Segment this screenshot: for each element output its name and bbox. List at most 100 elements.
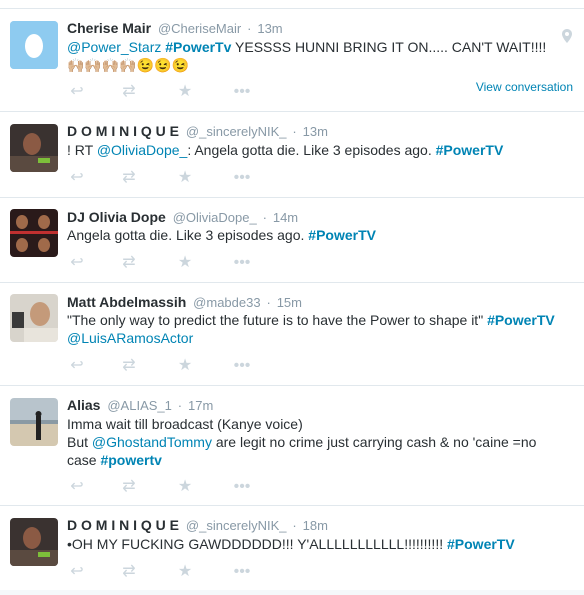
- emoji-line: 🙌🏼🙌🏼🙌🏼🙌🏼😉😉😉: [67, 57, 190, 73]
- tweet-text: "The only way to predict the future is t…: [67, 311, 572, 347]
- timestamp[interactable]: 18m: [303, 518, 328, 533]
- timestamp[interactable]: 15m: [277, 295, 302, 310]
- tweet-header: Cherise Mair @CheriseMair · 13m: [67, 19, 283, 38]
- mention-link[interactable]: @Power_Starz: [67, 39, 161, 55]
- tweet-header: D O M I N I Q U E @_sincerelyNIK_ · 13m: [67, 122, 328, 141]
- mention-link[interactable]: @LuisARamosActor: [67, 330, 193, 346]
- username[interactable]: @_sincerelyNIK_: [186, 124, 287, 139]
- retweet-icon[interactable]: ⇄: [119, 253, 139, 273]
- favorite-icon[interactable]: ★: [175, 562, 195, 582]
- tweet[interactable]: Matt Abdelmassih @mabde33 · 15m "The onl…: [0, 283, 584, 386]
- timestamp[interactable]: 13m: [257, 21, 282, 36]
- tweet-text-prefix: ! RT: [67, 142, 97, 158]
- timestamp[interactable]: 17m: [188, 398, 213, 413]
- retweet-icon[interactable]: ⇄: [119, 356, 139, 376]
- tweet-header: D O M I N I Q U E @_sincerelyNIK_ · 18m: [67, 516, 328, 535]
- reply-icon[interactable]: ↩: [67, 477, 87, 497]
- favorite-icon[interactable]: ★: [175, 356, 195, 376]
- fullname[interactable]: Alias: [67, 397, 100, 413]
- mention-link[interactable]: @GhostandTommy: [92, 434, 212, 450]
- tweet-text: •OH MY FUCKING GAWDDDDDD!!! Y'ALLLLLLLLL…: [67, 535, 572, 553]
- hashtag-link[interactable]: #PowerTV: [436, 142, 504, 158]
- favorite-icon[interactable]: ★: [175, 168, 195, 188]
- mention-link[interactable]: @OliviaDope_: [97, 142, 187, 158]
- avatar[interactable]: [10, 209, 58, 257]
- tweet[interactable]: D O M I N I Q U E @_sincerelyNIK_ · 13m …: [0, 112, 584, 198]
- hashtag-link[interactable]: #PowerTv: [165, 39, 231, 55]
- reply-icon[interactable]: ↩: [67, 168, 87, 188]
- hashtag-link[interactable]: #PowerTV: [308, 227, 376, 243]
- retweet-icon[interactable]: ⇄: [119, 562, 139, 582]
- username[interactable]: @OliviaDope_: [173, 210, 257, 225]
- tweet-text: Imma wait till broadcast (Kanye voice) B…: [67, 415, 557, 469]
- tweet-text-body: : Angela gotta die. Like 3 episodes ago.: [187, 142, 436, 158]
- separator: ·: [247, 21, 252, 36]
- tweet-text-body: •OH MY FUCKING GAWDDDDDD!!! Y'ALLLLLLLLL…: [67, 536, 447, 552]
- user-photo-icon: [10, 294, 58, 342]
- user-photo-icon: [10, 518, 58, 566]
- username[interactable]: @CheriseMair: [158, 21, 241, 36]
- tweet-header: Alias @ALIAS_1 · 17m: [67, 396, 213, 415]
- hashtag-link[interactable]: #powertv: [100, 452, 161, 468]
- avatar[interactable]: [10, 124, 58, 172]
- user-photo-icon: [10, 398, 58, 446]
- tweet-text-body: YESSSS HUNNI BRING IT ON..... CAN'T WAIT…: [231, 39, 547, 55]
- avatar[interactable]: [10, 21, 58, 69]
- tweet-header: DJ Olivia Dope @OliviaDope_ · 14m: [67, 208, 298, 227]
- retweet-icon[interactable]: ⇄: [119, 82, 139, 102]
- fullname[interactable]: D O M I N I Q U E: [67, 123, 179, 139]
- avatar[interactable]: [10, 398, 58, 446]
- hashtag-link[interactable]: #PowerTV: [447, 536, 515, 552]
- view-conversation-link[interactable]: View conversation: [476, 79, 573, 95]
- tweet-text-body: Angela gotta die. Like 3 episodes ago.: [67, 227, 309, 243]
- separator: ·: [292, 124, 297, 139]
- tweet-text-body: "The only way to predict the future is t…: [67, 312, 488, 328]
- tweet-header: Matt Abdelmassih @mabde33 · 15m: [67, 293, 302, 312]
- egg-avatar-icon: [10, 21, 58, 69]
- separator: ·: [262, 210, 267, 225]
- separator: ·: [177, 398, 183, 413]
- retweet-icon[interactable]: ⇄: [119, 477, 139, 497]
- tweet-text-line1: Imma wait till broadcast (Kanye voice): [67, 416, 303, 432]
- timeline-bottom-border: [0, 590, 584, 595]
- reply-icon[interactable]: ↩: [67, 562, 87, 582]
- tweet[interactable]: D O M I N I Q U E @_sincerelyNIK_ · 18m …: [0, 506, 584, 590]
- more-icon[interactable]: •••: [232, 168, 252, 188]
- fullname[interactable]: Matt Abdelmassih: [67, 294, 186, 310]
- favorite-icon[interactable]: ★: [175, 82, 195, 102]
- separator: ·: [292, 518, 297, 533]
- reply-icon[interactable]: ↩: [67, 356, 87, 376]
- timestamp[interactable]: 14m: [273, 210, 298, 225]
- fullname[interactable]: Cherise Mair: [67, 20, 151, 36]
- fullname[interactable]: D O M I N I Q U E: [67, 517, 179, 533]
- username[interactable]: @mabde33: [193, 295, 260, 310]
- user-photo-icon: [10, 124, 58, 172]
- separator: ·: [266, 295, 271, 310]
- hashtag-link[interactable]: #PowerTV: [487, 312, 555, 328]
- favorite-icon[interactable]: ★: [175, 253, 195, 273]
- more-icon[interactable]: •••: [232, 356, 252, 376]
- fullname[interactable]: DJ Olivia Dope: [67, 209, 166, 225]
- more-icon[interactable]: •••: [232, 82, 252, 102]
- tweet-text: Angela gotta die. Like 3 episodes ago. #…: [67, 226, 572, 244]
- more-icon[interactable]: •••: [232, 477, 252, 497]
- tweet-text: @Power_Starz #PowerTv YESSSS HUNNI BRING…: [67, 38, 572, 74]
- tweet[interactable]: DJ Olivia Dope @OliviaDope_ · 14m Angela…: [0, 198, 584, 283]
- favorite-icon[interactable]: ★: [175, 477, 195, 497]
- avatar[interactable]: [10, 294, 58, 342]
- more-icon[interactable]: •••: [232, 562, 252, 582]
- username[interactable]: @_sincerelyNIK_: [186, 518, 287, 533]
- tweet[interactable]: Alias @ALIAS_1 · 17m Imma wait till broa…: [0, 386, 584, 506]
- tweet[interactable]: Cherise Mair @CheriseMair · 13m @Power_S…: [0, 9, 584, 112]
- more-icon[interactable]: •••: [232, 253, 252, 273]
- tweet-text-prefix: But: [67, 434, 92, 450]
- reply-icon[interactable]: ↩: [67, 253, 87, 273]
- tweet-text: ! RT @OliviaDope_: Angela gotta die. Lik…: [67, 141, 572, 159]
- retweet-icon[interactable]: ⇄: [119, 168, 139, 188]
- timestamp[interactable]: 13m: [303, 124, 328, 139]
- username[interactable]: @ALIAS_1: [107, 398, 172, 413]
- avatar[interactable]: [10, 518, 58, 566]
- timeline-top-border: [0, 0, 584, 9]
- user-photo-icon: [10, 209, 58, 257]
- reply-icon[interactable]: ↩: [67, 82, 87, 102]
